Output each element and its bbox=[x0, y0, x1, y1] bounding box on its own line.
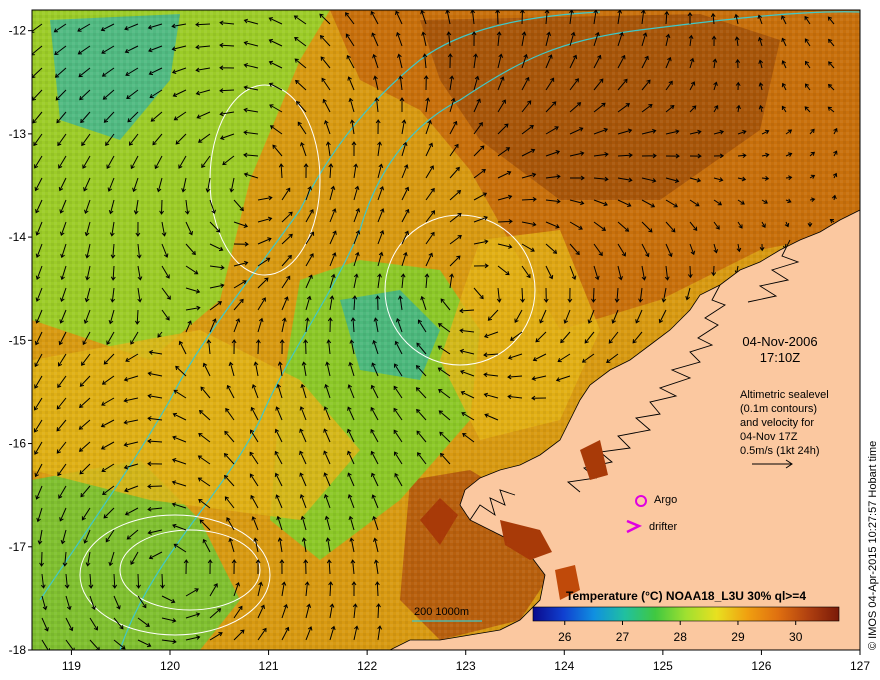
x-tick-label: 120 bbox=[160, 659, 180, 673]
x-tick-label: 121 bbox=[259, 659, 279, 673]
y-tick-label: -14 bbox=[9, 230, 27, 244]
y-tick-label: -12 bbox=[9, 24, 27, 38]
map-date: 04-Nov-2006 bbox=[742, 334, 817, 349]
y-tick-label: -17 bbox=[9, 540, 27, 554]
plot-area bbox=[32, 10, 860, 650]
bathymetry-label: 200 1000m bbox=[414, 606, 469, 618]
colorbar-tick-label: 26 bbox=[558, 630, 572, 644]
colorbar-tick-label: 27 bbox=[616, 630, 630, 644]
y-tick-label: -13 bbox=[9, 127, 27, 141]
colorbar-tick-label: 30 bbox=[789, 630, 803, 644]
y-tick-label: -18 bbox=[9, 643, 27, 657]
y-axis: -12 -13 -14 -15 -16 -17 -18 bbox=[9, 24, 32, 657]
x-tick-label: 126 bbox=[751, 659, 771, 673]
sst-map: 119 120 121 122 123 124 125 126 127 -12 -13 -14 -15… bbox=[9, 9, 879, 673]
map-time: 17:10Z bbox=[760, 350, 801, 365]
drifter-label: drifter bbox=[649, 521, 677, 533]
x-tick-label: 122 bbox=[357, 659, 377, 673]
credit-text: © IMOS 04-Apr-2015 10:27:57 Hobart time bbox=[867, 441, 879, 650]
colorbar-tick-label: 28 bbox=[674, 630, 688, 644]
y-tick-label: -15 bbox=[9, 333, 27, 347]
x-tick-label: 125 bbox=[653, 659, 673, 673]
altimetry-line-4: 04-Nov 17Z bbox=[740, 431, 798, 443]
altimetry-line-1: Altimetric sealevel bbox=[740, 389, 829, 401]
altimetry-line-2: (0.1m contours) bbox=[740, 403, 817, 415]
altimetry-line-5: 0.5m/s (1kt 24h) bbox=[740, 445, 819, 457]
colorbar-tick-label: 29 bbox=[731, 630, 745, 644]
x-axis: 119 120 121 122 123 124 125 126 127 bbox=[62, 650, 870, 673]
x-tick-label: 127 bbox=[850, 659, 870, 673]
x-tick-label: 124 bbox=[554, 659, 574, 673]
altimetry-line-3: and velocity for bbox=[740, 417, 814, 429]
x-tick-label: 123 bbox=[456, 659, 476, 673]
colorbar-ramp bbox=[532, 606, 840, 622]
y-tick-label: -16 bbox=[9, 437, 27, 451]
x-tick-label: 119 bbox=[62, 659, 81, 673]
colorbar-title: Temperature (°C) NOAA18_L3U 30% ql>=4 bbox=[566, 589, 806, 603]
argo-label: Argo bbox=[654, 494, 677, 506]
